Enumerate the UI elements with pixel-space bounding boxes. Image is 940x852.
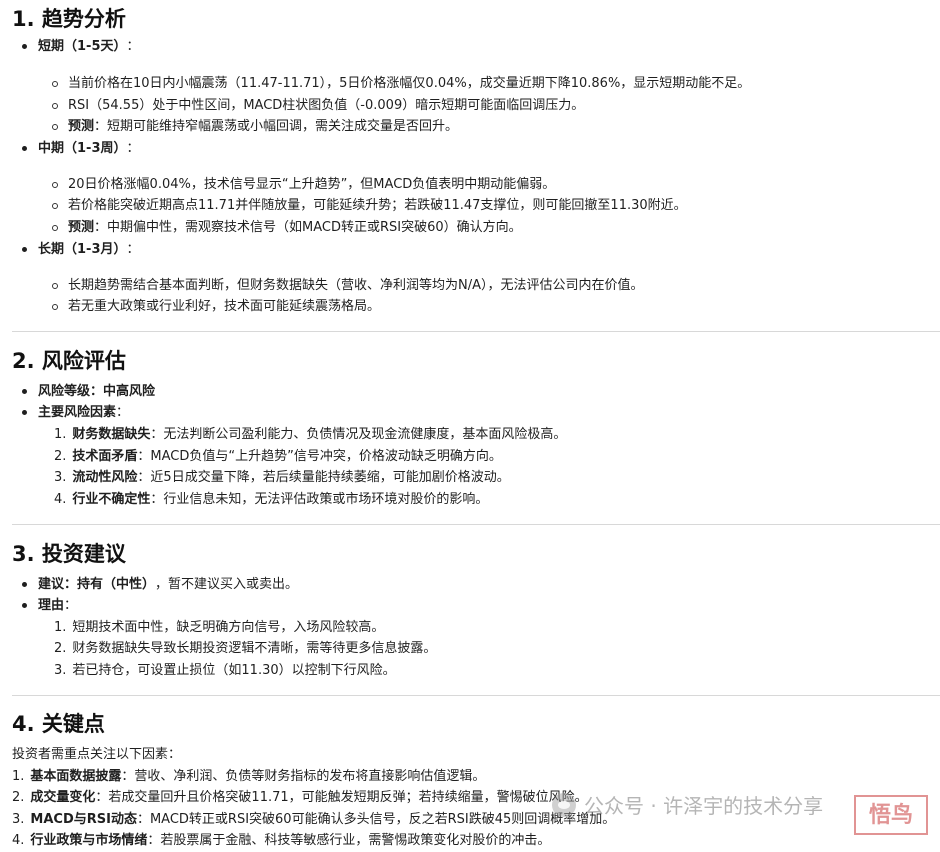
- group-long-term: 长期（1-3月）：: [22, 239, 140, 261]
- list-item: 预测 ：短期可能维持窄幅震荡或小幅回调，需关注成交量是否回升。: [52, 116, 458, 138]
- bullet-dot: [22, 44, 27, 50]
- numbered-item: 2. 成交量变化 ：若成交量回升且价格突破11.71，可能触发短期反弹；若持续缩量，…: [12, 790, 588, 805]
- bullet-circle: [52, 282, 58, 289]
- bullet-circle: [52, 123, 58, 130]
- watermark-stamp: 悟鸟: [854, 795, 928, 835]
- list-item: 若价格能突破近期高点11.71并伴随放量，可能延续升势；若跌破11.47支撑位，…: [52, 195, 687, 217]
- intro-text: 投资者需重点关注以下因素：: [12, 747, 182, 762]
- bullet-circle: [52, 202, 58, 209]
- list-item: 建议：持有（中性） ，暂不建议买入或卖出。: [22, 574, 298, 596]
- section-title-trend: 1. 趋势分析: [12, 7, 126, 31]
- numbered-item: 3. MACD与RSI动态 ：MACD转正或RSI突破60可能确认多头信号，反之若R…: [12, 812, 616, 827]
- list-item: RSI（54.55）处于中性区间，MACD柱状图负值（-0.009）暗示短期可能…: [52, 95, 584, 117]
- list-item: 20日价格涨幅0.04%，技术信号显示“上升趋势”，但MACD负值表明中期动能偏…: [52, 174, 555, 196]
- numbered-item: 1. 基本面数据披露 ：营收、净利润、负债等财务指标的发布将直接影响估值逻辑。: [12, 769, 486, 784]
- bullet-dot: [22, 410, 27, 416]
- list-item: 当前价格在10日内小幅震荡（11.47-11.71），5日价格涨幅仅0.04%，…: [52, 73, 750, 95]
- divider: [12, 331, 940, 332]
- wechat-icon: [552, 792, 576, 817]
- bullet-circle: [52, 181, 58, 188]
- bullet-circle: [52, 303, 58, 310]
- watermark: 公众号 · 许泽宇的技术分享: [552, 790, 823, 819]
- numbered-item: 3. 流动性风险 ：近5日成交量下降，若后续量能持续萎缩，可能加剧价格波动。: [54, 470, 510, 485]
- bullet-dot: [22, 389, 27, 395]
- section-title-advice: 3. 投资建议: [12, 542, 126, 566]
- group-label: 中期（1-3周）: [38, 141, 127, 156]
- divider: [12, 524, 940, 525]
- group-short-term: 短期（1-5天）：: [22, 36, 140, 58]
- list-item: 若无重大政策或行业利好，技术面可能延续震荡格局。: [52, 296, 380, 318]
- bullet-circle: [52, 102, 58, 109]
- numbered-item: 2. 技术面矛盾 ：MACD负值与“上升趋势”信号冲突，价格波动缺乏明确方向。: [54, 449, 502, 464]
- group-mid-term: 中期（1-3周）：: [22, 138, 140, 160]
- divider: [12, 695, 940, 696]
- bullet-dot: [22, 146, 27, 152]
- list-item: 预测 ：中期偏中性，需观察技术信号（如MACD转正或RSI突破60）确认方向。: [52, 217, 522, 239]
- list-item: 风险等级：中高风险: [22, 381, 155, 403]
- numbered-item: 1. 短期技术面中性，缺乏明确方向信号，入场风险较高。: [54, 620, 385, 635]
- list-item: 长期趋势需结合基本面判断，但财务数据缺失（营收、净利润等均为N/A），无法评估公…: [52, 275, 644, 297]
- group-label: 短期（1-5天）: [38, 39, 127, 54]
- bullet-circle: [52, 224, 58, 231]
- list-item: 主要风险因素：: [22, 402, 129, 424]
- section-title-key-points: 4. 关键点: [12, 712, 105, 736]
- bullet-dot: [22, 247, 27, 253]
- bullet-dot: [22, 603, 27, 609]
- numbered-item: 3. 若已持仓，可设置止损位（如11.30）以控制下行风险。: [54, 663, 396, 678]
- numbered-item: 4. 行业不确定性 ：行业信息未知，无法评估政策或市场环境对股价的影响。: [54, 492, 489, 507]
- list-item: 理由：: [22, 595, 77, 617]
- numbered-item: 1. 财务数据缺失 ：无法判断公司盈利能力、负债情况及现金流健康度，基本面风险极高。: [54, 427, 567, 442]
- bullet-circle: [52, 80, 58, 87]
- numbered-item: 4. 行业政策与市场情绪 ：若股票属于金融、科技等敏感行业，需警惕政策变化对股价的冲…: [12, 833, 551, 848]
- group-label: 长期（1-3月）: [38, 242, 127, 257]
- numbered-item: 2. 财务数据缺失导致长期投资逻辑不清晰，需等待更多信息披露。: [54, 641, 437, 656]
- section-title-risk: 2. 风险评估: [12, 349, 126, 373]
- bullet-dot: [22, 582, 27, 588]
